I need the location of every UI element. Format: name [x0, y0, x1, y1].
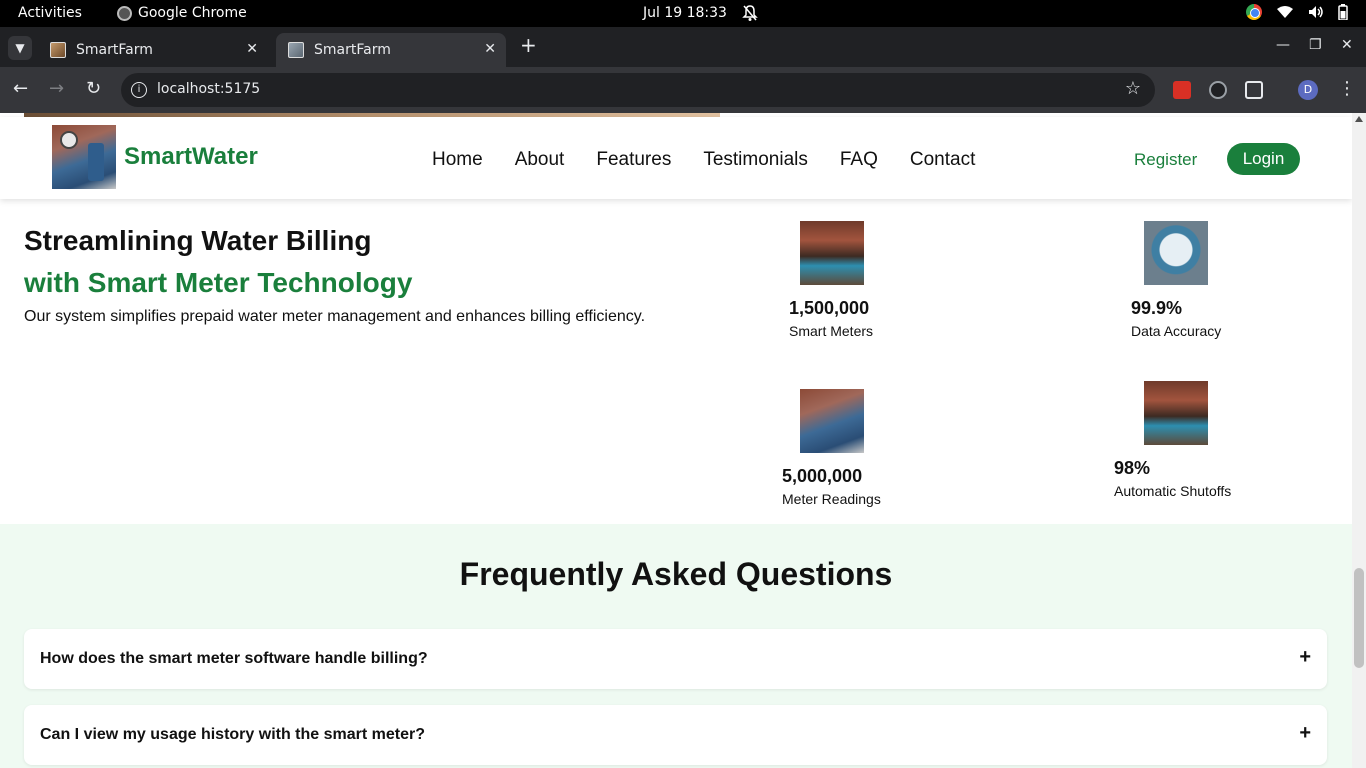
address-bar[interactable]: i localhost:5175 ☆ — [121, 73, 1155, 107]
hero-subtitle: with Smart Meter Technology — [24, 267, 413, 298]
stat-label: Smart Meters — [789, 323, 874, 339]
expand-plus-icon[interactable]: + — [1299, 646, 1311, 669]
nav-faq[interactable]: FAQ — [840, 149, 878, 171]
system-tray[interactable] — [1246, 4, 1348, 20]
window-close-icon[interactable]: ✕ — [1341, 37, 1353, 53]
tab-favicon — [50, 42, 66, 58]
stat-image — [1144, 381, 1208, 445]
stat-image — [800, 221, 864, 285]
reload-icon[interactable]: ↻ — [86, 79, 101, 99]
page-scrollbar[interactable] — [1352, 113, 1366, 768]
system-top-bar: Activities Google Chrome Jul 19 18:33 — [0, 0, 1366, 27]
tab-close-icon[interactable]: ✕ — [484, 41, 496, 57]
nav-contact[interactable]: Contact — [910, 149, 975, 171]
logo-image[interactable] — [52, 125, 116, 189]
stat-value: 5,000,000 — [782, 466, 863, 486]
app-name: Google Chrome — [138, 5, 247, 21]
chrome-tray-icon — [1246, 4, 1262, 20]
activities-button[interactable]: Activities — [18, 5, 82, 21]
app-menu[interactable]: Google Chrome — [117, 5, 247, 21]
hero-title: Streamlining Water Billing — [24, 225, 372, 256]
battery-icon — [1338, 4, 1348, 20]
minimize-icon[interactable]: — — [1276, 37, 1290, 53]
bookmark-star-icon[interactable]: ☆ — [1125, 78, 1141, 99]
chrome-icon — [117, 5, 132, 21]
nav-features[interactable]: Features — [596, 149, 671, 171]
site-header: SmartWater Home About Features Testimoni… — [0, 117, 1352, 199]
chrome-menu-icon[interactable]: ⋮ — [1338, 78, 1356, 99]
url-text[interactable]: localhost:5175 — [157, 81, 260, 97]
stat-value: 98% — [1114, 458, 1151, 478]
tab-inactive[interactable]: SmartFarm ✕ — [38, 33, 268, 67]
faq-item[interactable]: Can I view my usage history with the sma… — [24, 705, 1327, 765]
stat-label: Data Accuracy — [1131, 323, 1222, 339]
site-info-icon[interactable]: i — [131, 82, 147, 98]
stat-label: Automatic Shutoffs — [1114, 483, 1232, 499]
nav-home[interactable]: Home — [432, 149, 483, 171]
expand-plus-icon[interactable]: + — [1299, 722, 1311, 745]
profile-avatar[interactable]: D — [1298, 80, 1318, 100]
tab-close-icon[interactable]: ✕ — [246, 41, 258, 57]
wifi-icon — [1277, 6, 1293, 18]
tab-title: SmartFarm — [314, 42, 391, 58]
page-viewport: SmartWater Home About Features Testimoni… — [0, 113, 1352, 768]
faq-section: Frequently Asked Questions How does the … — [0, 524, 1352, 768]
tab-title: SmartFarm — [76, 42, 153, 58]
stat-value: 99.9% — [1131, 298, 1183, 318]
tab-search-button[interactable]: ▼ — [8, 36, 32, 60]
faq-question[interactable]: How does the smart meter software handle… — [40, 650, 428, 668]
extension-red-icon[interactable] — [1173, 81, 1191, 99]
register-link[interactable]: Register — [1134, 150, 1197, 170]
login-button[interactable]: Login — [1227, 143, 1300, 175]
tab-favicon — [288, 42, 304, 58]
extension-dark-icon[interactable] — [1209, 81, 1227, 99]
brand-name[interactable]: SmartWater — [124, 143, 258, 171]
extensions-puzzle-icon[interactable] — [1245, 81, 1263, 99]
tab-active[interactable]: SmartFarm ✕ — [276, 33, 506, 67]
faq-question[interactable]: Can I view my usage history with the sma… — [40, 726, 425, 744]
volume-icon — [1309, 6, 1323, 18]
browser-toolbar: ← → ↻ i localhost:5175 ☆ D ⋮ — [0, 67, 1366, 113]
scrollbar-thumb[interactable] — [1354, 568, 1364, 668]
stat-image — [800, 389, 864, 453]
back-icon[interactable]: ← — [13, 79, 28, 99]
stat-value: 1,500,000 — [789, 298, 870, 318]
faq-title: Frequently Asked Questions — [459, 556, 893, 592]
stat-label: Meter Readings — [782, 491, 881, 507]
stat-image — [1144, 221, 1208, 285]
main-nav: Home About Features Testimonials FAQ Con… — [432, 149, 975, 171]
forward-icon[interactable]: → — [49, 79, 64, 99]
scroll-up-arrow-icon[interactable] — [1355, 116, 1363, 122]
new-tab-icon[interactable]: + — [520, 35, 537, 55]
clock[interactable]: Jul 19 18:33 — [643, 5, 727, 21]
tab-strip: ▼ SmartFarm ✕ SmartFarm ✕ + — ❐ ✕ — [0, 27, 1366, 67]
nav-testimonials[interactable]: Testimonials — [703, 149, 808, 171]
hero-description: Our system simplifies prepaid water mete… — [24, 308, 646, 325]
faq-item[interactable]: How does the smart meter software handle… — [24, 629, 1327, 689]
notifications-muted-icon — [742, 5, 758, 21]
maximize-icon[interactable]: ❐ — [1309, 37, 1322, 53]
nav-about[interactable]: About — [515, 149, 565, 171]
